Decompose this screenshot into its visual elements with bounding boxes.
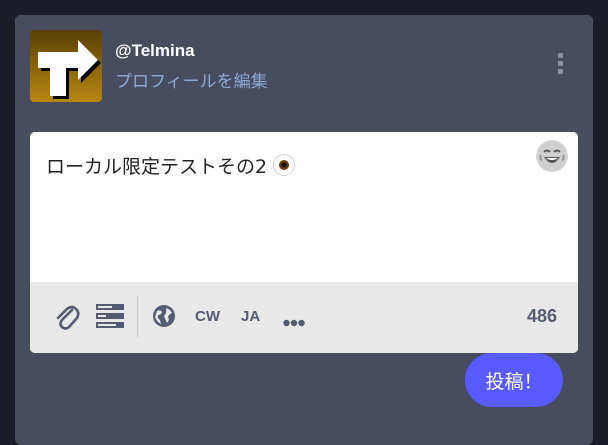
eye-emoji-icon xyxy=(273,154,296,176)
more-options-icon[interactable] xyxy=(555,53,565,77)
username: @Telmina xyxy=(115,41,195,60)
status-text-content: ローカル限定テストその2 xyxy=(46,156,268,178)
status-textarea[interactable]: ローカル限定テストその2 xyxy=(30,132,578,282)
laughing-face-icon[interactable] xyxy=(536,140,568,172)
globe-icon[interactable] xyxy=(152,304,176,332)
avatar[interactable] xyxy=(30,30,102,102)
more-icon[interactable] xyxy=(283,312,305,331)
character-counter: 486 xyxy=(526,306,557,326)
compose-toolbar: CW JA 486 xyxy=(30,282,578,353)
status-text: ローカル限定テストその2 xyxy=(46,152,296,179)
poll-icon[interactable] xyxy=(96,304,124,332)
post-button[interactable]: 投稿！ xyxy=(465,353,563,407)
toolbar-divider xyxy=(137,296,138,338)
edit-profile-link[interactable]: プロフィールを編集 xyxy=(115,67,268,92)
content-warning-button[interactable]: CW xyxy=(195,308,220,325)
language-button[interactable]: JA xyxy=(241,308,260,325)
compose-box: ローカル限定テストその2 CW JA 486 xyxy=(30,132,578,353)
paperclip-icon[interactable] xyxy=(54,302,80,336)
